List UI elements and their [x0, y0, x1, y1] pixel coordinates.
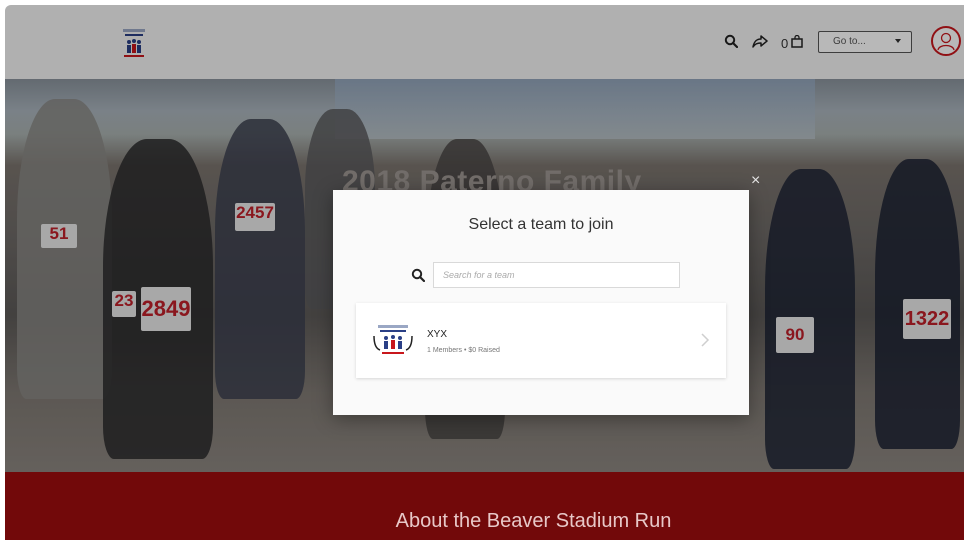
team-logo — [371, 321, 415, 359]
chevron-right-icon — [701, 333, 710, 347]
search-icon — [411, 268, 425, 282]
join-team-modal: Select a team to join XYX 1 Members • $0… — [333, 190, 749, 415]
close-icon[interactable]: × — [751, 173, 760, 189]
about-section-title: About the Beaver Stadium Run — [395, 510, 672, 532]
modal-title: Select a team to join — [468, 216, 614, 233]
team-search-input[interactable] — [433, 262, 680, 288]
team-meta: 1 Members • $0 Raised — [427, 347, 500, 354]
team-name: XYX — [427, 329, 448, 340]
team-list-item[interactable]: XYX 1 Members • $0 Raised — [356, 303, 726, 378]
